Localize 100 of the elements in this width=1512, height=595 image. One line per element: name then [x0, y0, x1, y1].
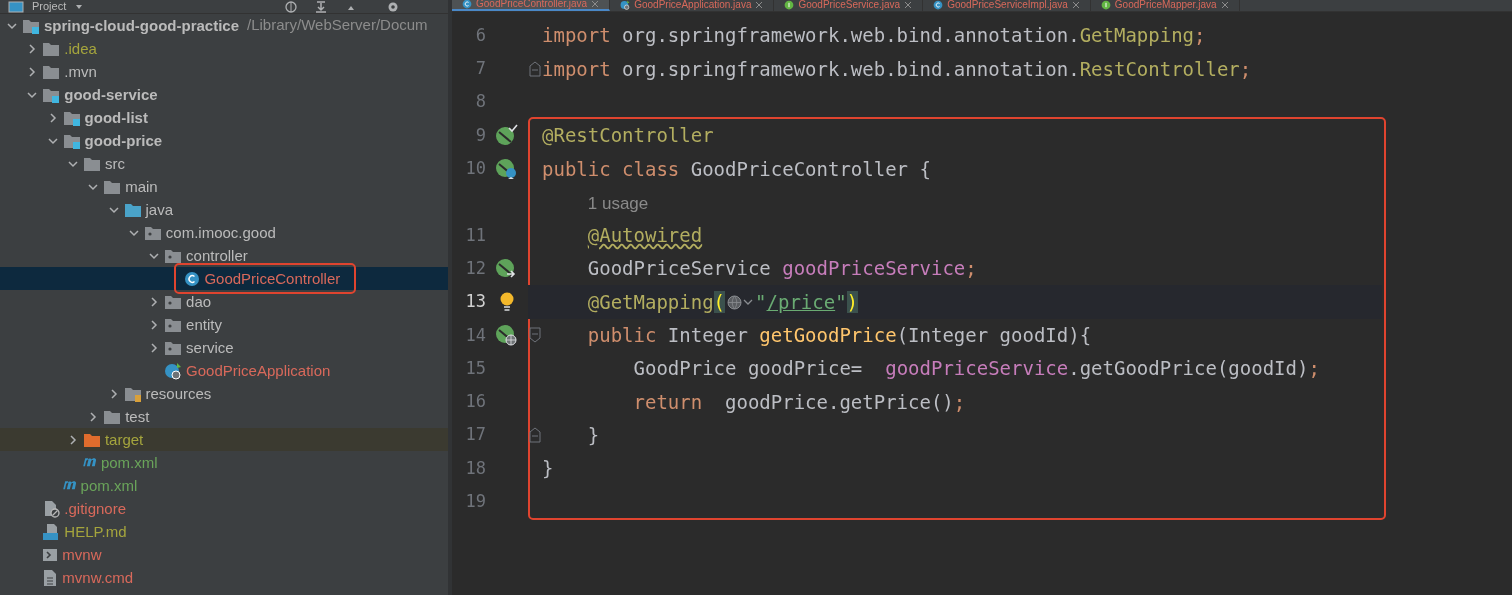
text-file-icon [42, 568, 59, 587]
tree-item[interactable]: service [0, 336, 448, 359]
tree-item[interactable]: dao [0, 290, 448, 313]
fold-icon [529, 327, 541, 344]
code-token: .getGoodPrice(goodId) [1068, 356, 1309, 382]
folder-icon [103, 408, 122, 425]
line-number: 19 [464, 490, 486, 514]
resources-folder-icon [123, 385, 142, 402]
tree-item[interactable]: main [0, 175, 448, 198]
module-folder-icon [42, 86, 61, 103]
item-label: good-list [84, 109, 148, 126]
tree-item[interactable]: GoodPriceApplication [0, 359, 448, 382]
line-number: 10 [464, 157, 486, 181]
line-number: 16 [464, 390, 486, 414]
folder-icon [82, 155, 101, 172]
item-label: target [104, 431, 144, 448]
tab-label: GoodPriceController.java [476, 0, 588, 9]
tree-item[interactable]: src [0, 152, 448, 175]
item-label: resources [145, 385, 212, 402]
folder-icon [123, 201, 142, 218]
package-folder-icon [143, 224, 162, 241]
tree-item[interactable]: HELP.md [0, 520, 448, 543]
editor-tab[interactable]: GoodPriceServiceImpl.java [923, 0, 1091, 11]
line-number: 11 [464, 223, 486, 247]
tree-item[interactable]: good-price [0, 129, 448, 152]
spring-class-icon [620, 0, 631, 10]
item-label: mvnw.cmd [62, 569, 134, 586]
editor-tab[interactable]: GoodPriceService.java [774, 0, 924, 11]
code-token: ; [1239, 56, 1252, 82]
globe-icon [727, 294, 743, 310]
tree-item[interactable]: mvnw.cmd [0, 566, 448, 589]
tree-item[interactable]: good-service [0, 83, 448, 106]
bean-globe-icon [495, 156, 519, 181]
tree-item[interactable]: resources [0, 382, 448, 405]
line-number: 14 [464, 323, 486, 347]
class-icon [462, 0, 472, 9]
code-token: goodPriceService [885, 356, 1069, 382]
item-label: .mvn [64, 63, 97, 80]
code-token: ; [953, 389, 966, 415]
module-folder-icon [62, 132, 81, 149]
tree-item[interactable]: spring-cloud-good-practice /Library/WebServer/Docum [0, 14, 448, 37]
line-number: 6 [474, 23, 486, 47]
panel-title: Project [32, 1, 67, 12]
tree-item[interactable]: .mvn [0, 60, 448, 83]
code-token[interactable]: /price [766, 287, 836, 317]
code-token: } [542, 456, 554, 482]
code-token: org.springframework.web.bind.annotation. [622, 56, 1080, 82]
folder-icon [82, 431, 101, 448]
locate-button[interactable] [284, 0, 298, 13]
line-number: 15 [464, 356, 486, 380]
close-icon [1071, 1, 1080, 9]
spring-class-icon [164, 361, 183, 380]
folder-icon [103, 178, 122, 195]
item-label: com.imooc.good [165, 224, 276, 241]
item-label: java [145, 201, 174, 218]
tree-item[interactable]: java [0, 198, 448, 221]
tree-item[interactable]: good-list [0, 106, 448, 129]
expand-button[interactable] [314, 0, 328, 13]
settings-button[interactable] [386, 0, 400, 13]
item-label: controller [186, 247, 248, 264]
package-folder-icon [164, 339, 183, 356]
code-token: import [542, 23, 612, 49]
tree-item[interactable]: entity [0, 313, 448, 336]
tree-item[interactable]: test [0, 405, 448, 428]
editor-tab[interactable]: GoodPriceApplication.java [610, 0, 775, 11]
tree-item[interactable]: pom.xml [0, 474, 448, 497]
class-icon [933, 0, 944, 10]
item-label: test [125, 408, 150, 425]
tree-item[interactable]: .idea [0, 37, 448, 60]
code-token: GoodPriceController { [690, 156, 931, 182]
usage-hint: 1 usage [586, 192, 649, 215]
line-number: 8 [474, 90, 486, 114]
tree-item[interactable]: target [0, 428, 448, 451]
tree-item[interactable]: com.imooc.good [0, 221, 448, 244]
tab-label: GoodPriceService.java [798, 0, 901, 10]
package-folder-icon [164, 293, 183, 310]
line-number: 18 [464, 456, 486, 480]
tree-item[interactable]: .gitignore [0, 497, 448, 520]
code-token: @RestController [542, 123, 714, 149]
code-token: (Integer goodId){ [896, 323, 1092, 349]
terminal-file-icon [42, 546, 59, 563]
fold-icon [529, 427, 541, 444]
chevron-down-icon [743, 298, 754, 306]
module-folder-icon [22, 17, 40, 34]
package-folder-icon [164, 247, 183, 264]
tree-item[interactable]: mvnw [0, 543, 448, 566]
code-token: ; [1308, 356, 1320, 382]
code-token: org.springframework.web.bind.annotation. [622, 23, 1080, 49]
code-token: ( [713, 289, 726, 315]
tree-item[interactable]: controller [0, 244, 448, 267]
tree-item[interactable]: pom.xml [0, 451, 448, 474]
close-icon [755, 1, 764, 9]
item-label: good-price [84, 132, 163, 149]
editor-tab[interactable]: GoodPriceMapper.java [1090, 0, 1240, 11]
code-token: import [542, 56, 612, 82]
item-path: /Library/WebServer/Docum [247, 15, 428, 36]
tab-label: GoodPriceServiceImpl.java [947, 0, 1068, 10]
item-label: pom.xml [80, 477, 138, 494]
item-label: HELP.md [64, 523, 127, 540]
expand-icon [314, 0, 328, 13]
